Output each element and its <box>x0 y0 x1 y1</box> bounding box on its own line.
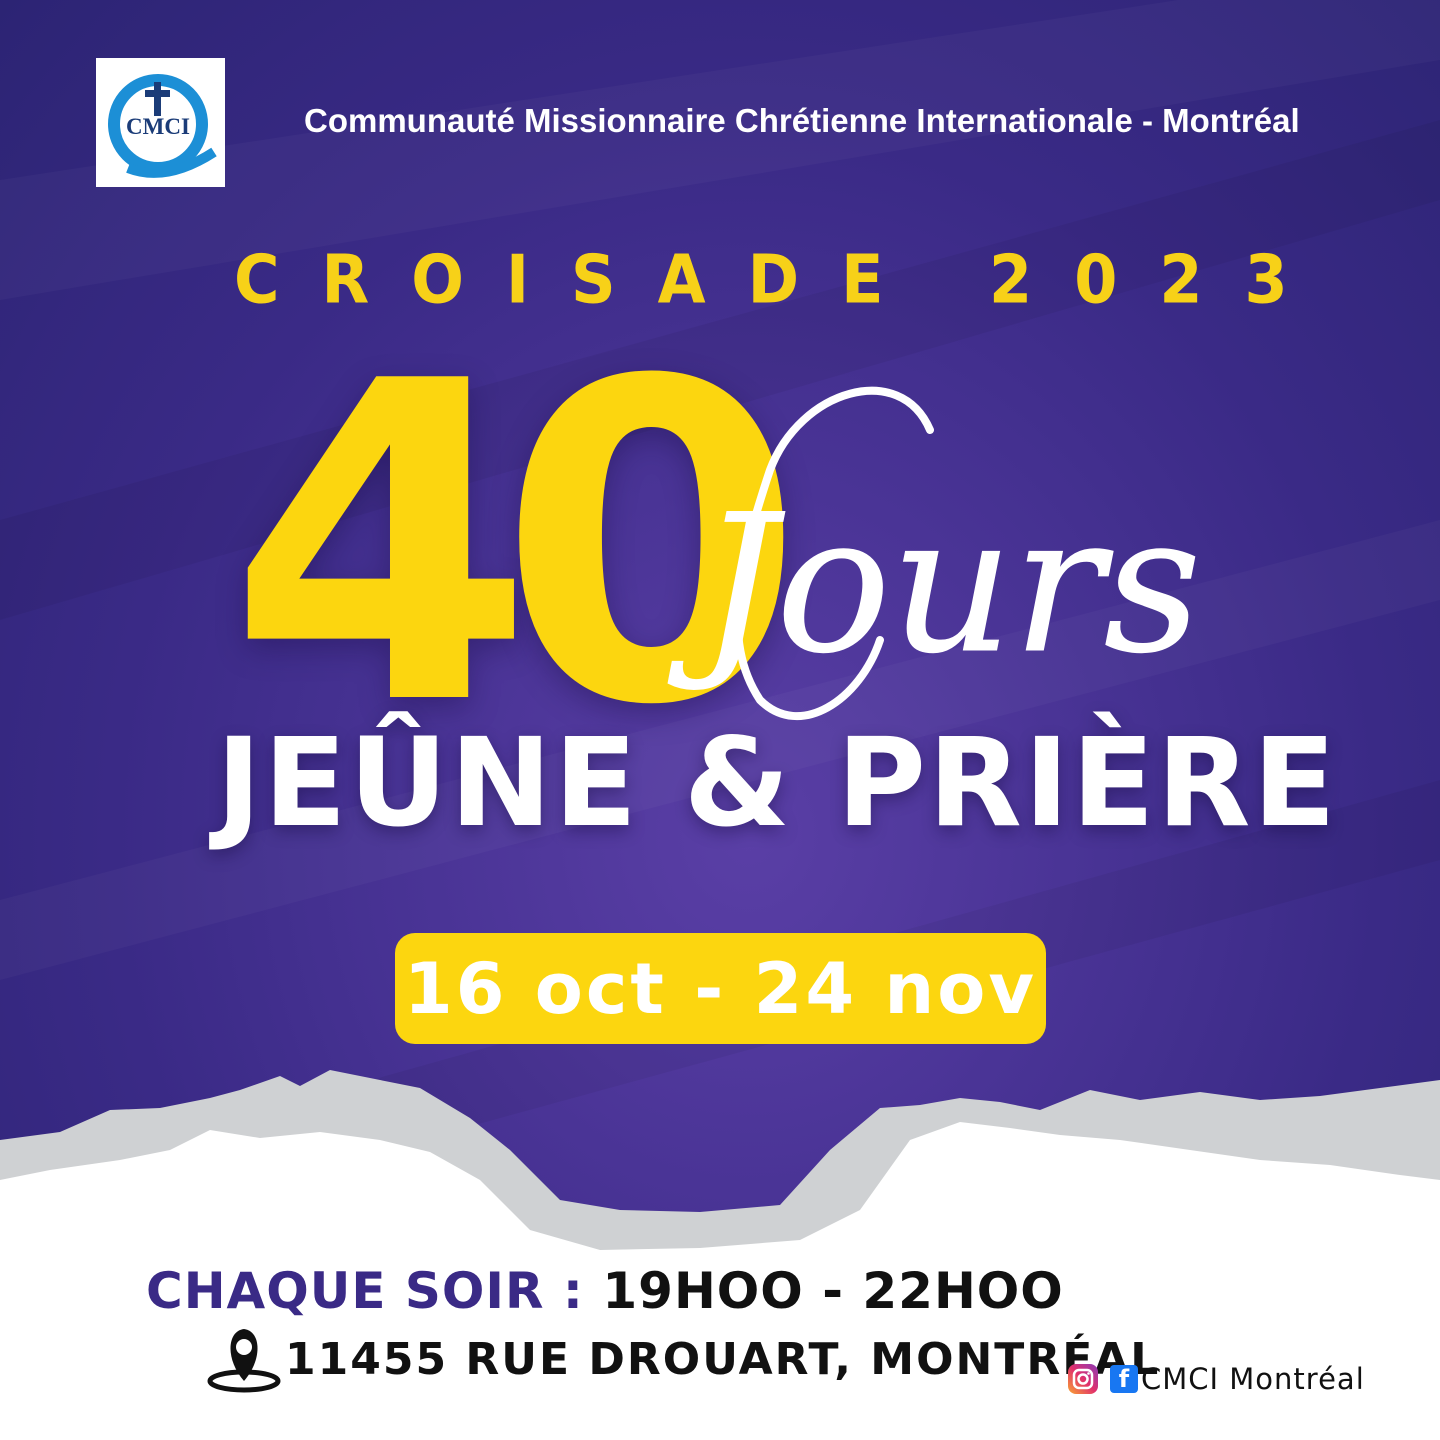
social-handle[interactable]: f CMCI Montréal <box>1068 1362 1365 1396</box>
schedule-time: 19HOO - 22HOO <box>602 1262 1064 1320</box>
poster: CMCI Communauté Missionnaire Chrétienne … <box>0 0 1440 1440</box>
social-handle-name: CMCI Montréal <box>1141 1362 1365 1396</box>
schedule-line: CHAQUE SOIR : 19HOO - 22HOO <box>146 1262 1064 1320</box>
facebook-icon[interactable]: f <box>1110 1365 1138 1393</box>
event-address: 11455 RUE DROUART, MONTRÉAL <box>285 1333 1161 1385</box>
instagram-icon[interactable] <box>1068 1364 1098 1394</box>
address-row: 11455 RUE DROUART, MONTRÉAL <box>205 1323 1160 1395</box>
mountain-silhouette <box>0 1070 1440 1440</box>
location-pin-icon <box>207 1329 281 1393</box>
schedule-label: CHAQUE SOIR : <box>146 1262 584 1320</box>
